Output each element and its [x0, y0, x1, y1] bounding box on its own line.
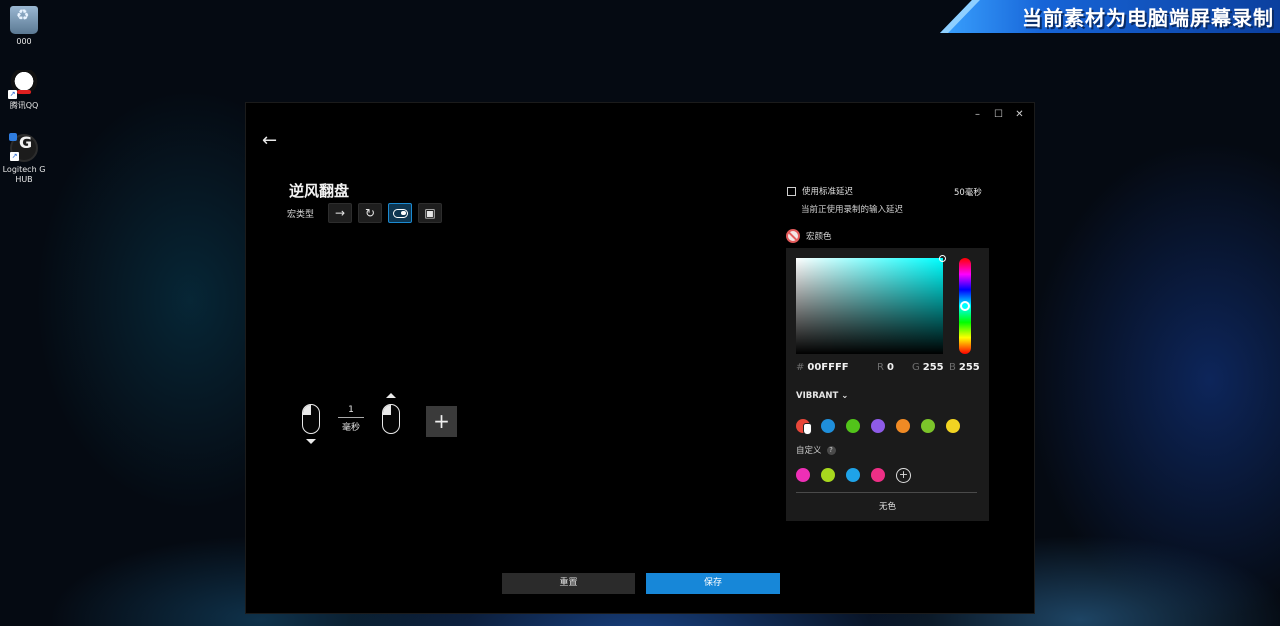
macro-title[interactable]: 逆风翻盘: [289, 180, 349, 201]
standard-delay-label: 使用标准延迟: [802, 187, 854, 197]
hue-slider[interactable]: [959, 258, 971, 354]
repeat-icon: ↻: [364, 206, 376, 220]
hand-cursor-icon: [803, 423, 812, 435]
saturation-value-area[interactable]: [796, 255, 946, 354]
macro-type-toggle-button[interactable]: [388, 203, 412, 223]
toggle-icon: [392, 209, 408, 218]
macro-type-repeat-button[interactable]: ↻: [358, 203, 382, 223]
arrow-right-icon: →: [334, 206, 346, 220]
help-icon[interactable]: ?: [826, 445, 836, 455]
g-value: 255: [922, 362, 944, 373]
recycle-bin-icon: [10, 6, 38, 34]
chevron-down-icon: ⌄: [841, 391, 849, 401]
recorded-delay-note: 当前正使用录制的输入延迟: [801, 205, 904, 215]
color-swatch[interactable]: [946, 419, 960, 433]
custom-color-swatch[interactable]: [871, 468, 885, 482]
close-button[interactable]: ✕: [1009, 107, 1030, 123]
macro-type-buttons: → ↻ ▣: [328, 203, 442, 223]
standard-delay-value: 50毫秒: [954, 188, 982, 198]
color-swatch[interactable]: [821, 419, 835, 433]
custom-colors-label: 自定义 ?: [796, 444, 836, 456]
custom-label-text: 自定义: [796, 446, 822, 456]
hex-value: 00FFFF: [807, 362, 849, 373]
palette-dropdown[interactable]: VIBRANT ⌄: [796, 391, 848, 401]
divider: [796, 492, 977, 493]
hex-label: #: [796, 362, 805, 373]
b-field[interactable]: B 255: [949, 362, 980, 373]
r-label: R: [877, 362, 884, 373]
qq-penguin-icon: ↗: [8, 70, 38, 99]
color-swatch[interactable]: [846, 419, 860, 433]
window-controls: – ☐ ✕: [967, 107, 1030, 123]
macro-type-no-repeat-button[interactable]: →: [328, 203, 352, 223]
reset-button[interactable]: 重置: [502, 573, 635, 594]
left-button-highlight: [383, 405, 391, 415]
mouse-left-down-action[interactable]: [302, 404, 320, 434]
ghub-window: – ☐ ✕ ← 逆风翻盘 宏类型 → ↻ ▣ 1 毫秒 + 使用标准延迟 50毫…: [245, 102, 1035, 614]
desktop-icon-label: 腾讯QQ: [9, 101, 39, 110]
maximize-button[interactable]: ☐: [988, 107, 1009, 123]
desktop-icon-qq[interactable]: ↗ 腾讯QQ: [0, 70, 48, 111]
left-button-highlight: [303, 405, 311, 415]
color-swatch[interactable]: [896, 419, 910, 433]
delay-value: 1: [338, 405, 364, 418]
r-value: 0: [886, 362, 894, 373]
no-color-icon: [786, 229, 800, 243]
add-action-button[interactable]: +: [426, 406, 457, 437]
color-picker-panel: #00FFFF R0 G 255 B 255 VIBRANT ⌄ 自定义 ? + 无…: [786, 248, 989, 521]
color-swatch[interactable]: [921, 419, 935, 433]
color-swatch[interactable]: [871, 419, 885, 433]
custom-color-swatch[interactable]: [821, 468, 835, 482]
color-handle[interactable]: [939, 255, 946, 262]
g-field[interactable]: G 255: [912, 362, 944, 373]
desktop-icon-label: Logitech G HUB: [2, 165, 46, 184]
minimize-button[interactable]: –: [967, 107, 988, 123]
selected-check-icon: [9, 133, 17, 141]
desktop-icon-label: 000: [16, 37, 32, 46]
custom-swatches: +: [796, 468, 911, 483]
shortcut-arrow-icon: ↗: [8, 90, 17, 99]
palette-label: VIBRANT: [796, 391, 839, 401]
macro-type-label: 宏类型: [287, 210, 315, 220]
no-color-button[interactable]: 无色: [786, 500, 989, 512]
b-label: B: [949, 362, 956, 373]
logitech-g-icon: ↗: [9, 133, 38, 162]
macro-type-sequence-button[interactable]: ▣: [418, 203, 442, 223]
sequence-icon: ▣: [424, 206, 436, 220]
save-button[interactable]: 保存: [646, 573, 780, 594]
g-label: G: [912, 362, 920, 373]
mouse-left-up-action[interactable]: [382, 404, 400, 434]
palette-swatches: [796, 419, 960, 433]
hue-handle[interactable]: [960, 301, 970, 311]
standard-delay-option[interactable]: 使用标准延迟: [787, 185, 853, 197]
delay-unit: 毫秒: [341, 423, 360, 433]
r-field[interactable]: R0: [877, 362, 894, 373]
hex-field[interactable]: #00FFFF: [796, 362, 849, 373]
banner-text: 当前素材为电脑端屏幕录制: [1022, 6, 1274, 30]
macro-color-row[interactable]: 宏颜色: [786, 229, 832, 243]
custom-color-swatch[interactable]: [846, 468, 860, 482]
shortcut-arrow-icon: ↗: [10, 152, 19, 161]
custom-color-swatch[interactable]: [796, 468, 810, 482]
macro-color-label: 宏颜色: [806, 232, 832, 242]
release-up-icon: [386, 393, 396, 398]
back-arrow-icon[interactable]: ←: [262, 130, 277, 151]
standard-delay-checkbox[interactable]: [787, 186, 796, 196]
recording-banner: 当前素材为电脑端屏幕录制: [940, 0, 1280, 33]
desktop-icon-recycle-bin[interactable]: 000: [0, 6, 48, 47]
add-custom-color-button[interactable]: +: [896, 468, 911, 483]
delay-entry[interactable]: 1 毫秒: [338, 405, 364, 433]
b-value: 255: [958, 362, 980, 373]
press-down-icon: [306, 439, 316, 444]
desktop-icon-ghub[interactable]: ↗ Logitech G HUB: [0, 133, 48, 185]
